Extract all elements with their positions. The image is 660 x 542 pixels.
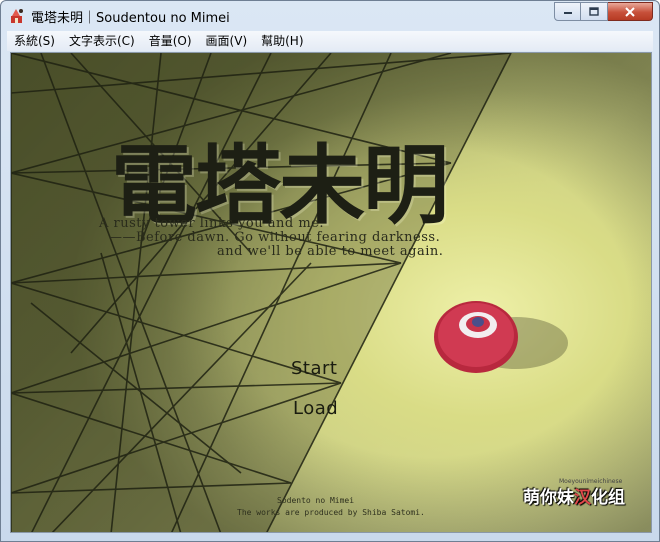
app-icon [11,9,23,23]
window-controls [554,2,653,22]
menu-help[interactable]: 幫助(H) [254,31,310,51]
maximize-icon [589,7,599,16]
title-bar[interactable]: 電塔未明｜Soudentou no Mimei [1,1,659,31]
credit-producer: The works are produced by Shiba Satomi. [237,508,425,517]
menu-system[interactable]: 系統(S) [7,31,62,51]
load-button[interactable]: Load [293,398,338,419]
group-logo-part-2: 化组 [591,488,625,508]
close-button[interactable] [608,2,653,21]
credit-title: Sodento no Mimei [277,496,355,505]
game-screen[interactable]: 電塔未明 A rusty tower links you and me. ——B… [10,52,652,533]
red-umbrella-icon [434,301,568,373]
start-button[interactable]: Start [291,358,337,379]
menu-bar: 系統(S) 文字表示(C) 音量(O) 画面(V) 幫助(H) [7,31,653,51]
group-logo-part-1: 萌你妹 [523,488,574,508]
menu-text-display[interactable]: 文字表示(C) [62,31,142,51]
window-title: 電塔未明｜Soudentou no Mimei [31,11,230,26]
tagline-line-3: and we'll be able to meet again. [217,244,444,259]
translation-group-logo: 萌你妹汉化组 [523,483,625,508]
tagline-line-1: A rusty tower links you and me. [99,216,324,231]
minimize-icon [563,11,572,14]
close-icon [625,6,635,17]
tagline-line-2: ——Before dawn. Go without fearing darkne… [109,230,441,245]
minimize-button[interactable] [554,2,581,21]
menu-volume[interactable]: 音量(O) [142,31,199,51]
app-window: 電塔未明｜Soudentou no Mimei 系統(S) 文字表示(C) 音量… [0,0,660,542]
menu-screen[interactable]: 画面(V) [199,31,255,51]
group-logo-accent: 汉 [574,488,591,508]
maximize-button[interactable] [581,2,608,21]
